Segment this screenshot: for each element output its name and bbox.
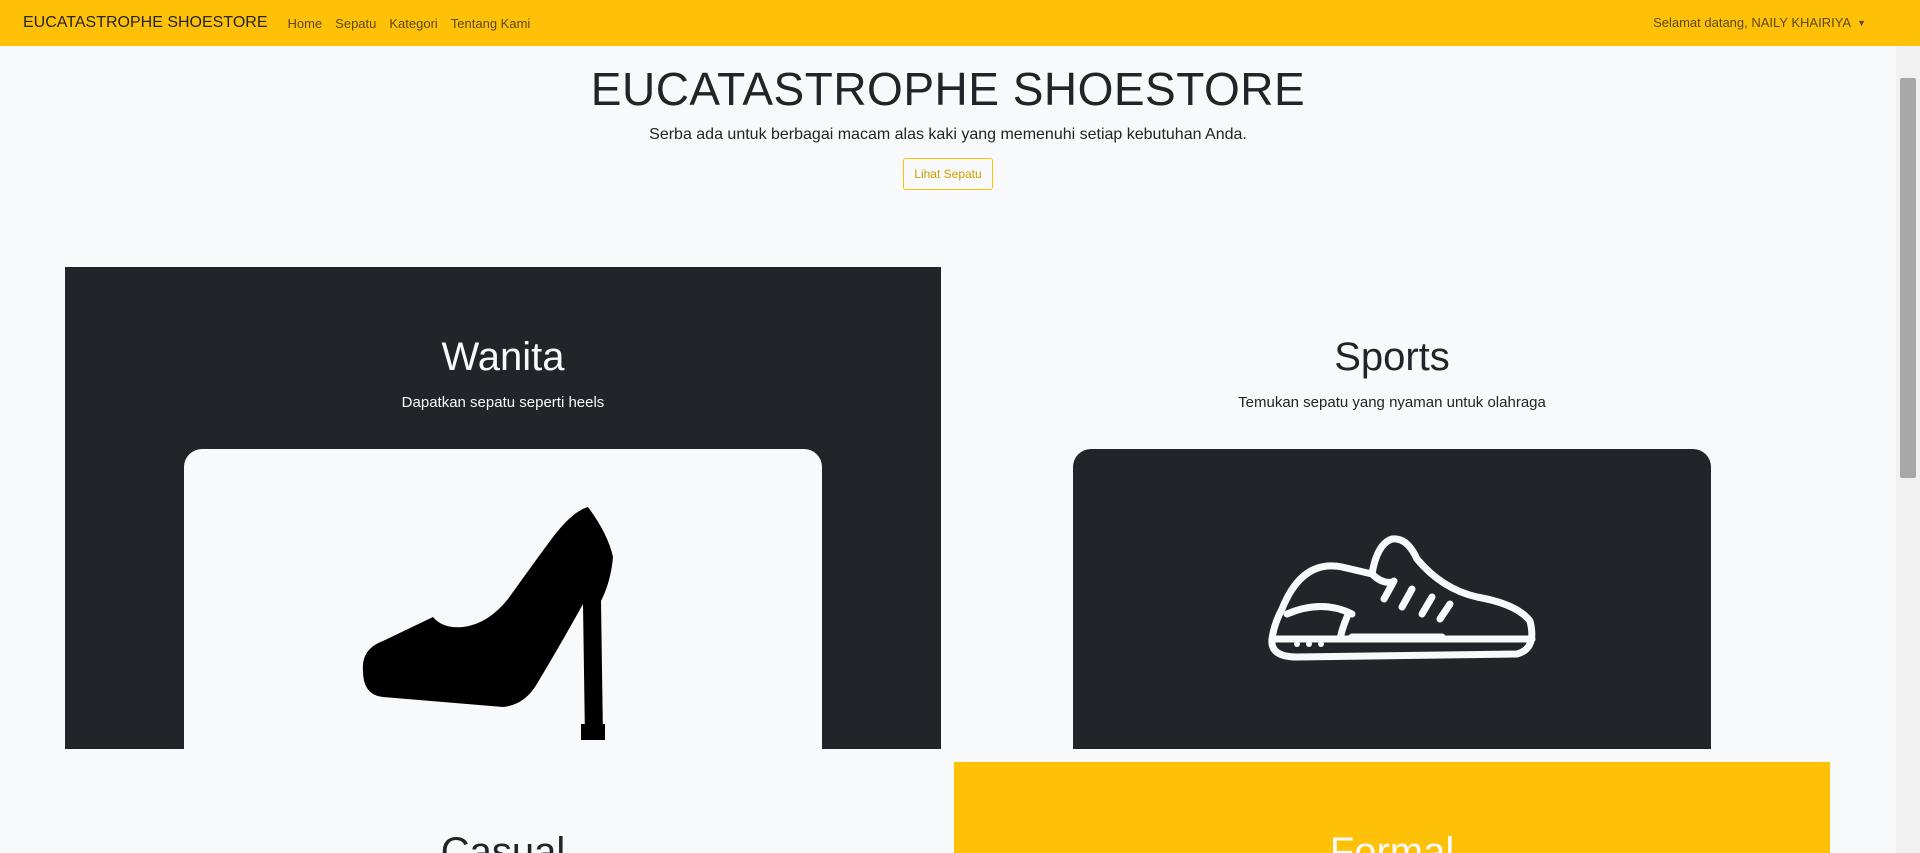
user-menu-dropdown[interactable]: Selamat datang, NAILY KHAIRIYA ▼ (1653, 15, 1866, 30)
sneaker-icon (1268, 535, 1536, 661)
scrollbar-thumb[interactable] (1900, 78, 1916, 478)
hero-subtitle: Serba ada untuk berbagai macam alas kaki… (649, 126, 1247, 143)
category-title: Sports (1334, 335, 1450, 379)
category-title: Formal (1329, 830, 1455, 853)
scrollbar[interactable] (1896, 46, 1920, 853)
category-card-wanita[interactable]: Wanita Dapatkan sepatu seperti heels (65, 267, 941, 749)
hero-title: EUCATASTROPHE SHOESTORE (590, 63, 1306, 115)
nav-link-home[interactable]: Home (287, 16, 322, 31)
category-card-sports[interactable]: Sports Temukan sepatu yang nyaman untuk … (954, 267, 1830, 749)
category-card-formal[interactable]: Formal (954, 762, 1830, 853)
category-card-casual[interactable]: Casual (65, 762, 941, 853)
caret-down-icon: ▼ (1857, 17, 1866, 28)
category-subtitle: Temukan sepatu yang nyaman untuk olahrag… (1238, 394, 1546, 411)
category-title: Casual (440, 830, 566, 853)
category-image-card (1073, 449, 1711, 749)
nav-link-sepatu[interactable]: Sepatu (335, 16, 376, 31)
hero-section: EUCATASTROPHE SHOESTORE Serba ada untuk … (0, 46, 1896, 190)
lihat-sepatu-button[interactable]: Lihat Sepatu (903, 158, 993, 190)
nav-link-kategori[interactable]: Kategori (389, 16, 437, 31)
user-greeting: Selamat datang, NAILY KHAIRIYA (1653, 15, 1852, 30)
navbar: EUCATASTROPHE SHOESTORE Home Sepatu Kate… (0, 0, 1920, 46)
nav-link-tentang-kami[interactable]: Tentang Kami (451, 16, 531, 31)
category-image-card (184, 449, 822, 749)
category-subtitle: Dapatkan sepatu seperti heels (401, 394, 605, 411)
category-title: Wanita (441, 335, 565, 379)
high-heel-icon (362, 507, 613, 740)
brand-link[interactable]: EUCATASTROPHE SHOESTORE (23, 14, 267, 32)
